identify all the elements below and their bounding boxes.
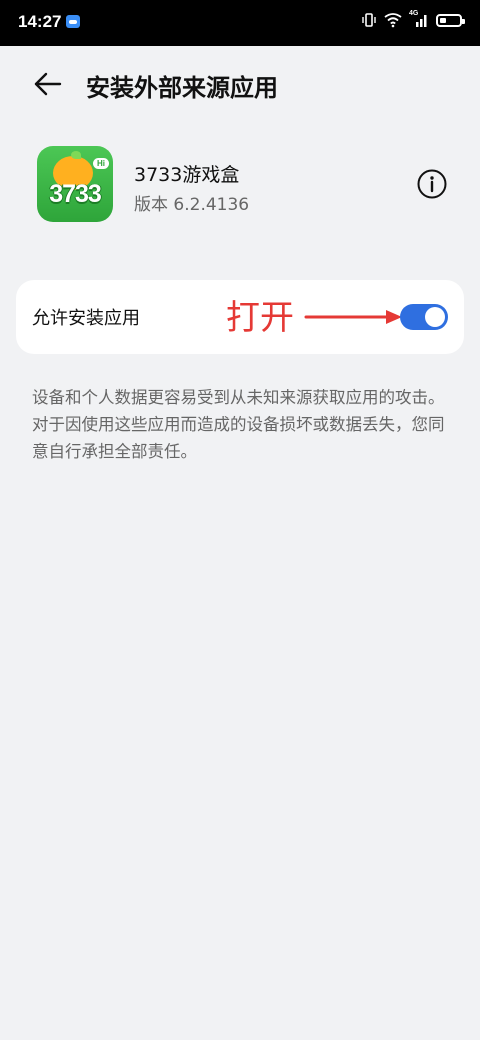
- cellular-signal-icon: 4G: [409, 10, 429, 28]
- toggle-knob: [425, 307, 445, 327]
- status-bar: 14:27 4G: [0, 0, 480, 46]
- status-time: 14:27: [18, 12, 62, 31]
- app-version: 版本 6.2.4136: [134, 195, 250, 215]
- setting-label: 允许安装应用: [32, 308, 140, 329]
- wifi-icon: [384, 13, 402, 28]
- annotation-text: 打开: [226, 298, 294, 338]
- app-bar: 安装外部来源应用: [0, 46, 480, 120]
- battery-icon: [436, 13, 465, 27]
- app-name: 3733游戏盒: [134, 164, 240, 186]
- vibrate-icon: [362, 13, 376, 27]
- annotation-arrow-icon: [304, 310, 402, 324]
- app-icon: Hi 3733: [37, 146, 113, 222]
- status-icons: 4G: [361, 10, 465, 28]
- cloud-notification-icon: [66, 15, 80, 28]
- allow-install-toggle[interactable]: [400, 304, 448, 330]
- allow-install-setting[interactable]: 允许安装应用 打开: [16, 280, 464, 354]
- app-info: Hi 3733 3733游戏盒 版本 6.2.4136: [0, 144, 480, 228]
- back-arrow-icon[interactable]: [32, 68, 64, 100]
- leaf-icon: [71, 151, 81, 159]
- warning-description: 设备和个人数据更容易受到从未知来源获取应用的攻击。对于因使用这些应用而造成的设备…: [32, 388, 445, 461]
- app-icon-badge: Hi: [93, 158, 109, 169]
- app-icon-text: 3733: [49, 180, 102, 208]
- info-icon[interactable]: [416, 168, 448, 200]
- page-title: 安装外部来源应用: [86, 74, 278, 102]
